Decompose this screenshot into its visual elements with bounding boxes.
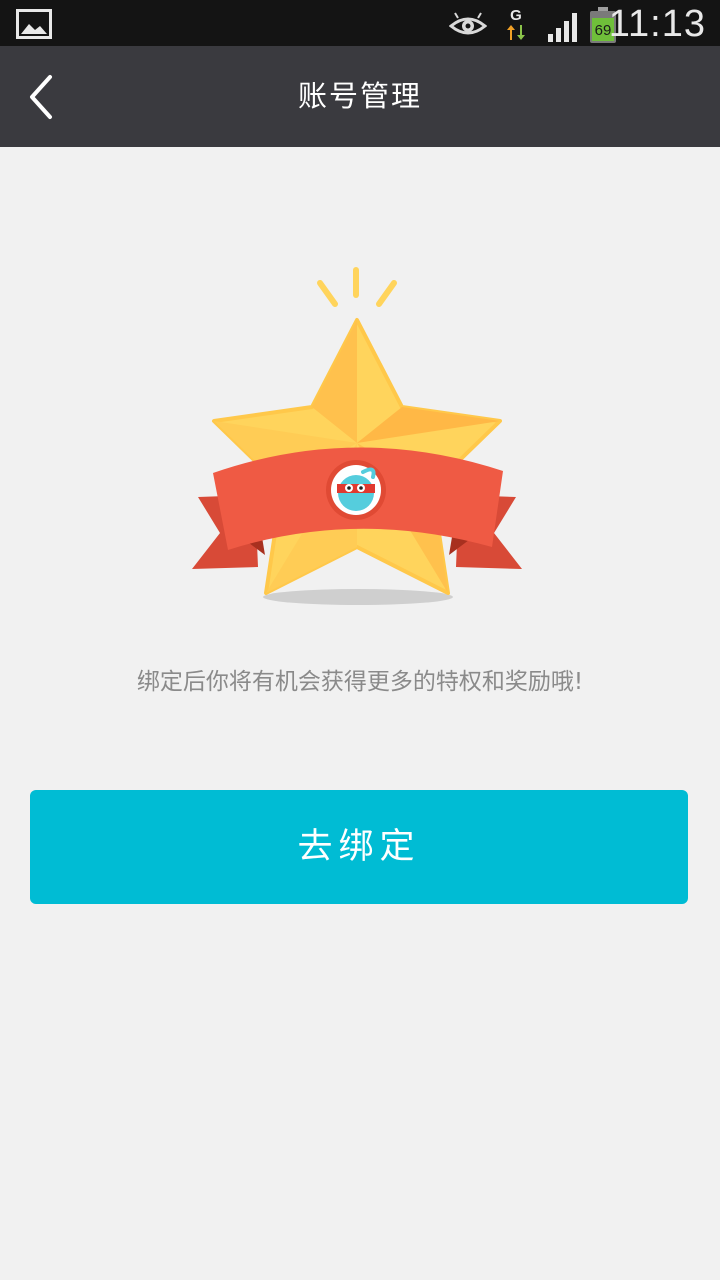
header: 账号管理 bbox=[0, 46, 720, 147]
mascot-avatar bbox=[326, 460, 386, 520]
eye-icon bbox=[449, 12, 487, 35]
shadow bbox=[263, 589, 453, 605]
status-bar: G 69 11:13 bbox=[0, 0, 720, 46]
bind-hint-text: 绑定后你将有机会获得更多的特权和奖励哦! bbox=[136, 669, 584, 695]
status-clock: 11:13 bbox=[608, 3, 706, 45]
network-g-icon: G bbox=[507, 7, 525, 40]
image-notification-icon bbox=[16, 9, 52, 39]
network-type-label: G bbox=[510, 7, 522, 24]
page-title: 账号管理 bbox=[297, 79, 422, 113]
star-badge-illustration bbox=[192, 267, 522, 605]
signal-icon bbox=[548, 13, 577, 42]
sparkle-icon bbox=[317, 267, 397, 307]
bind-button[interactable]: 去绑定 bbox=[30, 790, 688, 904]
